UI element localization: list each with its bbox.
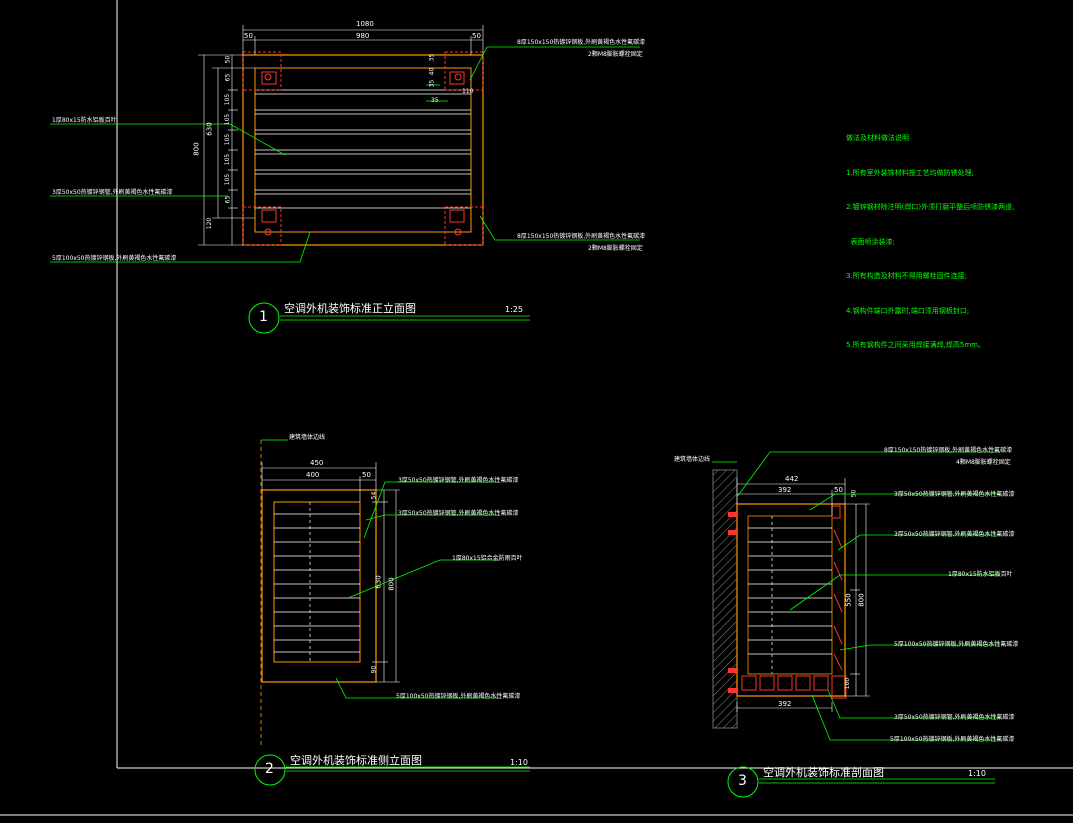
v3-label: 8厚150x150热镀锌钢板,外刷黄褐色水性氟碳漆 bbox=[884, 447, 1013, 454]
v1-dim-left-part: 65 bbox=[224, 195, 232, 204]
v1-label: 8厚150x150热镀锌钢板,外刷黄褐色水性氟碳漆 bbox=[517, 233, 646, 240]
v3-wall-label: 建筑墙体边线 bbox=[674, 456, 711, 463]
notes-line: 5.所有钢构件之间采用焊接满焊,焊高5mm。 bbox=[846, 341, 985, 349]
v3-label: 3厚50x50热镀锌钢管,外刷黄褐色水性氟碳漆 bbox=[894, 714, 1015, 721]
v3-dim-right-total: 800 bbox=[857, 593, 866, 607]
v1-dim-left-part: 105 bbox=[224, 93, 232, 106]
v1-dim-left-part: 105 bbox=[224, 173, 232, 186]
v3-dim-top-1: 50 bbox=[834, 486, 843, 494]
v1-dim-top-total: 1080 bbox=[356, 20, 374, 28]
notes-line: 4.钢构件端口外露时,端口须用钢板封口; bbox=[846, 306, 970, 315]
v2-dim-top-total: 450 bbox=[310, 459, 324, 467]
v1-label: 2颗M8膨胀螺栓固定 bbox=[588, 245, 643, 252]
v3-dim-right-part: 50 bbox=[850, 489, 858, 498]
v1-dim-small: 35 bbox=[431, 97, 439, 104]
v1-dim-left-part: 105 bbox=[224, 133, 232, 146]
notes-block: 做法及材料做法说明 1.所有室外装饰材料按工艺均做防锈处理; 2.镀锌钢材除注明… bbox=[846, 110, 1014, 375]
v3-label: 4颗M8膨胀螺栓固定 bbox=[956, 459, 1011, 466]
v1-dim-small: 35 bbox=[428, 53, 436, 62]
v1-dim-left-total: 800 bbox=[192, 142, 201, 156]
v2-scale: 1:10 bbox=[510, 758, 528, 767]
v3-dim-top-total: 442 bbox=[785, 475, 799, 483]
v3-label: 5厚100x50热镀锌钢板,外刷黄褐色水性氟碳漆 bbox=[894, 641, 1019, 648]
v3-dim-right-inner: 550 bbox=[844, 593, 853, 607]
notes-line: 3.所有构造及材料不得用螺栓固件连接; bbox=[846, 272, 968, 280]
v3-label: 1厚80x15防水铝板百叶 bbox=[948, 571, 1013, 578]
notes-line: 2.镀锌钢材除注明(焊口)外须打磨平整后喷防锈漆两道, bbox=[846, 203, 1015, 211]
v1-dim-left-part: 105 bbox=[224, 153, 232, 166]
v1-label: 1厚80x15防水铝板百叶 bbox=[52, 117, 117, 124]
v2-label: 1厚80x15铝合金防雨百叶 bbox=[452, 555, 523, 562]
v1-label: 3厚50x50热镀锌钢管,外刷黄褐色水性氟碳漆 bbox=[52, 189, 173, 196]
v1-title: 空调外机装饰标准正立面图 bbox=[284, 302, 416, 315]
v1-label: 8厚150x150热镀锌钢板,外刷黄褐色水性氟碳漆 bbox=[517, 39, 646, 46]
v1-dim-left-part: 120 bbox=[206, 217, 214, 230]
v2-label: 3厚50x50热镀锌钢管,外刷黄褐色水性氟碳漆 bbox=[398, 477, 519, 484]
v1-dim-top-2: 50 bbox=[472, 32, 481, 40]
v2-title: 空调外机装饰标准侧立面图 bbox=[290, 754, 422, 767]
notes-title: 做法及材料做法说明 bbox=[846, 134, 909, 142]
v2-dim-top-0: 400 bbox=[306, 471, 320, 479]
v1-dim-left-part: 50 bbox=[224, 55, 232, 64]
v1-dim-small: 35 bbox=[428, 79, 436, 88]
v2-dim-right-inner: 630 bbox=[374, 575, 383, 589]
v1-dim-left-part: 105 bbox=[224, 113, 232, 126]
v1-dim-left-inner: 630 bbox=[205, 122, 214, 136]
v2-number: 2 bbox=[265, 761, 274, 777]
v2-label: 3厚50x50热镀锌钢管,外刷黄褐色水性氟碳漆 bbox=[398, 510, 519, 517]
v2-label: 5厚100x50热镀锌钢板,外刷黄褐色水性氟碳漆 bbox=[396, 693, 521, 700]
v1-number: 1 bbox=[259, 309, 268, 325]
v1-dim-left-part: 65 bbox=[224, 73, 232, 82]
v1-dim-top-0: 50 bbox=[244, 32, 253, 40]
v2-dim-right-part: 90 bbox=[370, 665, 378, 674]
v3-label: 3厚50x50热镀锌钢管,外刷黄褐色水性氟碳漆 bbox=[894, 491, 1015, 498]
v1-dim-small: 40 bbox=[428, 67, 436, 76]
v3-dim-top-0: 392 bbox=[778, 486, 792, 494]
v2-dim-top-1: 50 bbox=[362, 471, 371, 479]
text-layer: 做法及材料做法说明 1.所有室外装饰材料按工艺均做防锈处理; 2.镀锌钢材除注明… bbox=[0, 0, 1073, 823]
v3-scale: 1:10 bbox=[968, 769, 986, 778]
v3-dim-bottom: 392 bbox=[778, 700, 792, 708]
v1-scale: 1:25 bbox=[505, 305, 523, 314]
v3-dim-right-part: 100 bbox=[844, 677, 852, 690]
v2-dim-right-total: 800 bbox=[387, 577, 396, 591]
v3-number: 3 bbox=[738, 773, 747, 789]
v3-title: 空调外机装饰标准剖面图 bbox=[763, 766, 884, 779]
v1-label: 2颗M8膨胀螺栓固定 bbox=[588, 51, 643, 58]
v1-label: 5厚100x50热镀锌钢板,外刷黄褐色水性氟碳漆 bbox=[52, 255, 177, 262]
v1-dim-top-1: 980 bbox=[356, 32, 370, 40]
v2-dim-right-part: 54 bbox=[370, 491, 378, 500]
v3-label: 5厚100x50热镀锌钢板,外刷黄褐色水性氟碳漆 bbox=[890, 736, 1015, 743]
notes-line: 1.所有室外装饰材料按工艺均做防锈处理; bbox=[846, 168, 975, 177]
v1-dim-small: 110 bbox=[462, 88, 474, 95]
notes-line: 表面喷涂装漆; bbox=[846, 237, 895, 246]
v3-label: 3厚50x50热镀锌钢管,外刷黄褐色水性氟碳漆 bbox=[894, 531, 1015, 538]
v2-wall-label: 建筑墙体边线 bbox=[289, 434, 326, 441]
